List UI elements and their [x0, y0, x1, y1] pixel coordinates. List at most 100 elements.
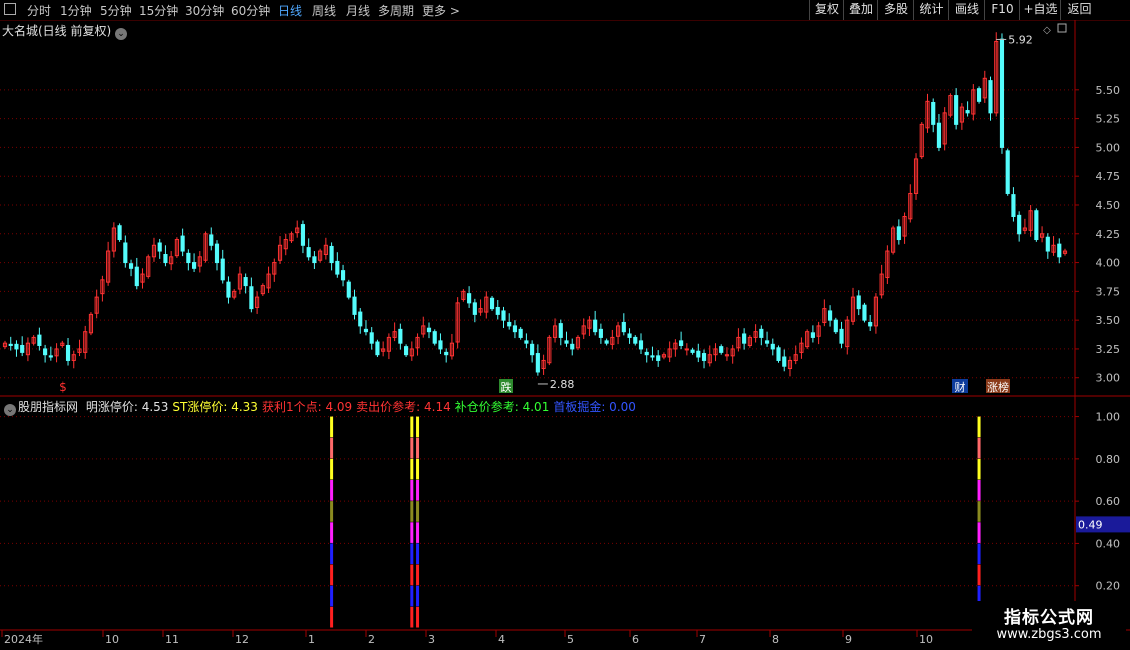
candle-body	[300, 224, 306, 246]
signal-bar-segment	[330, 458, 334, 480]
indicator-axis-label: 0.20	[1096, 580, 1121, 593]
candle-body	[770, 343, 775, 350]
candle-body	[862, 304, 867, 321]
candle-body	[518, 328, 523, 338]
price-label: 3.75	[1096, 285, 1121, 298]
candle-body	[358, 311, 363, 327]
signal-bar-segment	[410, 522, 414, 543]
time-label: 7	[699, 633, 706, 646]
time-label: 8	[772, 633, 779, 646]
candle-body	[833, 319, 838, 333]
price-label: 4.50	[1096, 199, 1121, 212]
signal-bar-segment	[330, 480, 334, 501]
candle-body	[999, 38, 1005, 148]
signal-bar-segment	[330, 585, 334, 607]
candle-body	[1005, 150, 1010, 194]
candle-body	[593, 319, 598, 333]
price-label: 5.25	[1096, 113, 1121, 126]
candle-body	[352, 296, 357, 315]
candle-body	[598, 328, 603, 338]
candle-body	[839, 328, 844, 344]
signal-bar-segment	[330, 543, 334, 565]
candle-body	[128, 263, 134, 269]
candle-body	[186, 252, 191, 264]
candle-body	[192, 262, 197, 269]
signal-bar-segment	[410, 480, 414, 501]
kline-chart[interactable]: 5.50 5.25 5.00 4.75 4.50 4.25 4.00 3.75 3.50 3.25…	[0, 0, 1130, 650]
candle-body	[438, 340, 443, 350]
candle-body	[20, 344, 25, 353]
candle-body	[65, 344, 71, 361]
candle-body	[684, 348, 689, 351]
candle-body	[530, 343, 535, 356]
diamond-icon: ◇	[1043, 25, 1051, 36]
signal-bar-segment	[416, 522, 420, 543]
candle-body	[696, 350, 701, 358]
candle-body	[369, 332, 374, 344]
time-label: 9	[845, 633, 852, 646]
candle-body	[690, 349, 695, 353]
candle-body	[627, 333, 632, 338]
candle-body	[633, 336, 638, 344]
signal-bar-segment	[416, 480, 420, 501]
signal-bar-segment	[416, 606, 420, 628]
signal-bar-segment	[416, 543, 420, 565]
candle-body	[123, 242, 128, 264]
candle-body	[954, 95, 959, 125]
price-label: 4.75	[1096, 170, 1121, 183]
candle-body	[375, 341, 380, 356]
time-label: 12	[235, 633, 249, 646]
candle-body	[570, 343, 575, 350]
signal-bar-segment	[330, 501, 334, 522]
candle-body	[340, 270, 346, 281]
candle-body	[426, 327, 432, 333]
candle-body	[117, 225, 122, 241]
time-label: 2	[368, 633, 375, 646]
candle-body	[249, 286, 254, 310]
candle-body	[312, 256, 317, 264]
signal-bar-segment	[416, 501, 420, 522]
price-label: 3.00	[1096, 372, 1121, 385]
badge-die: 跌	[501, 380, 512, 394]
candle-body	[495, 306, 500, 315]
time-label: 6	[632, 633, 639, 646]
signal-bar-segment	[977, 458, 981, 480]
candle-body	[524, 340, 529, 344]
time-label: 3	[428, 633, 435, 646]
signal-bar-segment	[977, 522, 981, 543]
candle-body	[828, 310, 833, 321]
candle-body	[501, 310, 506, 321]
candle-body	[43, 348, 48, 356]
signal-bar-segment	[977, 416, 981, 438]
watermark-title: 指标公式网	[1004, 608, 1094, 628]
time-label: 4	[498, 633, 505, 646]
candle-body	[936, 122, 942, 148]
signal-bar-segment	[977, 480, 981, 501]
candle-body	[701, 353, 707, 361]
candle-body	[1045, 236, 1050, 252]
candle-body	[644, 351, 649, 356]
candle-body	[163, 254, 168, 264]
time-label: 5	[567, 633, 574, 646]
candle-body	[512, 325, 518, 333]
candle-body	[220, 258, 225, 281]
candle-body	[467, 293, 472, 304]
time-label: 11	[165, 633, 179, 646]
candle-body	[638, 340, 644, 350]
signal-bar-segment	[416, 458, 420, 480]
signal-bar-segment	[977, 543, 981, 565]
candle-body	[764, 340, 770, 344]
candle-body	[558, 323, 563, 338]
candle-body	[335, 260, 340, 275]
candle-body	[1034, 210, 1039, 241]
indicator-axis-label: 1.00	[1096, 411, 1121, 424]
signal-bar-segment	[330, 416, 334, 438]
signal-bar-segment	[410, 564, 414, 586]
candle-body	[157, 242, 162, 252]
candle-body	[1057, 243, 1062, 258]
candle-body	[398, 328, 403, 344]
candle-body	[604, 340, 609, 344]
candle-body	[134, 266, 139, 287]
time-label: 2024年	[4, 632, 43, 646]
indicator-axis-label: 0.60	[1096, 495, 1121, 508]
